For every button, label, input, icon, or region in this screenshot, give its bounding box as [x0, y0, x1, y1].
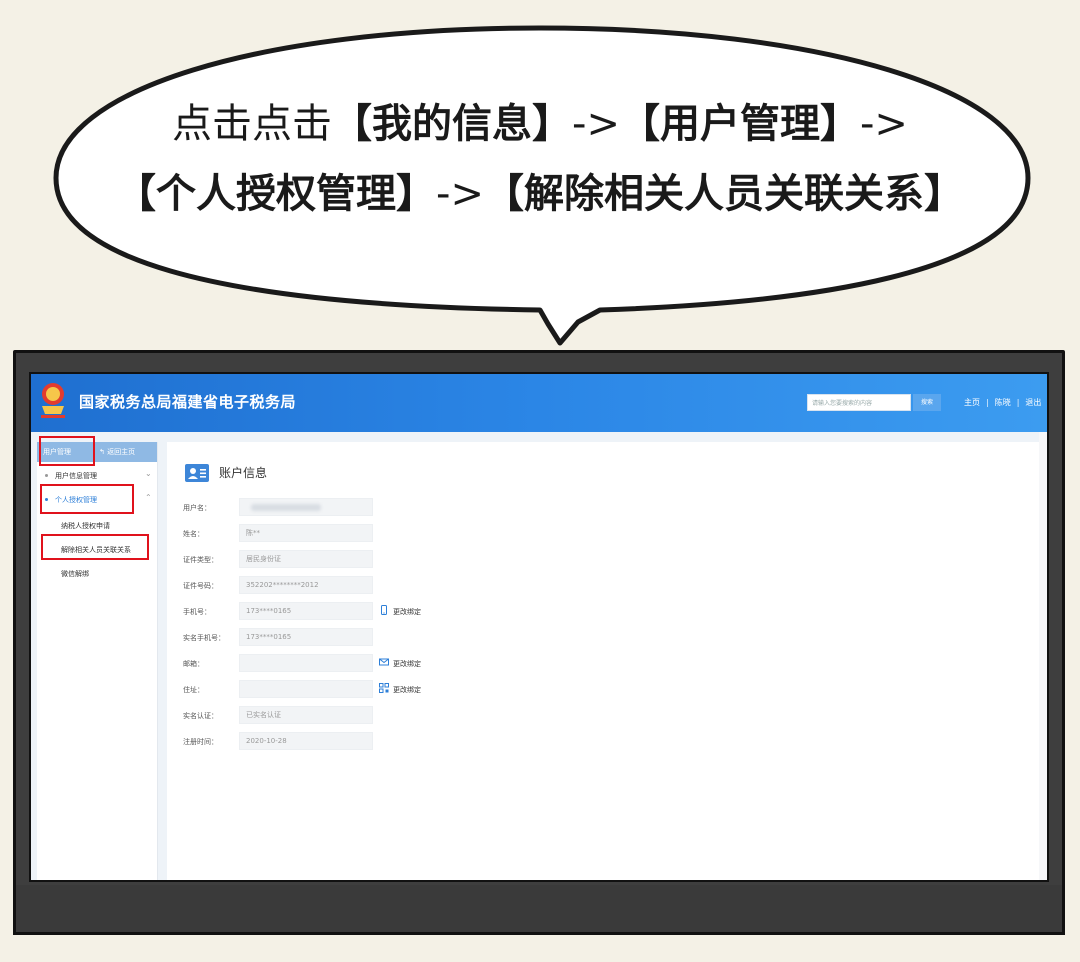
- phone-field[interactable]: 173****0165: [239, 602, 373, 620]
- id-type-field[interactable]: 居民身份证: [239, 550, 373, 568]
- register-time-field[interactable]: 2020-10-28: [239, 732, 373, 750]
- highlight-box-remove-relation: [41, 534, 149, 560]
- logout-link[interactable]: 退出: [1025, 398, 1041, 407]
- change-address-binding-link[interactable]: 更改绑定: [393, 685, 421, 695]
- id-number-field[interactable]: 352202********2012: [239, 576, 373, 594]
- field-row-id-type: 证件类型： 居民身份证: [183, 550, 583, 570]
- tax-emblem-icon: [41, 383, 65, 418]
- field-row-username: 用户名：: [183, 498, 583, 518]
- mail-icon: [379, 658, 389, 666]
- field-row-email: 邮箱： 更改绑定: [183, 654, 583, 674]
- sidebar-item-user-info[interactable]: 用户信息管理 ⌄: [37, 466, 157, 486]
- site-header: 国家税务总局福建省电子税务局 请输入您要搜索的内容 搜索 主页 | 陈晓 | 退出: [31, 374, 1047, 432]
- sidebar-subitem-wechat-unbind[interactable]: 微信解绑: [37, 564, 157, 584]
- home-link[interactable]: 主页: [964, 398, 980, 407]
- monitor-bezel-bottom: [13, 885, 1065, 935]
- highlight-box-personal-auth: [40, 484, 134, 514]
- change-email-binding-link[interactable]: 更改绑定: [393, 659, 421, 669]
- site-title: 国家税务总局福建省电子税务局: [79, 393, 297, 411]
- chevron-up-icon: ⌃: [145, 493, 152, 502]
- highlight-box-user-management: [39, 436, 95, 466]
- mobile-phone-icon: [381, 605, 387, 615]
- search-button[interactable]: 搜索: [913, 394, 941, 411]
- field-row-id-number: 证件号码： 352202********2012: [183, 576, 583, 596]
- top-links: 主页 | 陈晓 | 退出: [964, 398, 1042, 407]
- chevron-down-icon: ⌄: [145, 469, 152, 478]
- blurred-username: [251, 504, 321, 511]
- scrollbar[interactable]: [1039, 432, 1047, 880]
- qr-code-icon: [379, 683, 389, 693]
- field-row-address: 住址： 更改绑定: [183, 680, 583, 700]
- bullet-icon: [45, 474, 48, 477]
- user-link[interactable]: 陈晓: [995, 398, 1011, 407]
- field-row-real-name-auth: 实名认证： 已实名认证: [183, 706, 583, 726]
- account-info-panel: 账户信息 用户名： 姓名： 陈** 证件类型： 居民身份证 证件号码： 3522…: [167, 442, 1045, 880]
- address-field[interactable]: [239, 680, 373, 698]
- field-row-register-time: 注册时间： 2020-10-28: [183, 732, 583, 752]
- real-name-auth-field[interactable]: 已实名认证: [239, 706, 373, 724]
- browser-screen: 国家税务总局福建省电子税务局 请输入您要搜索的内容 搜索 主页 | 陈晓 | 退出 用户…: [29, 372, 1049, 882]
- sidebar: 用户管理 ↰ 返回主页 用户信息管理 ⌄ 个人授权管理 ⌃ 纳税人授权申请 解除…: [37, 436, 158, 880]
- bubble-line-2: 【个人授权管理】->【解除相关人员关联关系】: [116, 171, 964, 217]
- name-field[interactable]: 陈**: [239, 524, 373, 542]
- account-card-icon: [185, 464, 209, 482]
- search-input[interactable]: 请输入您要搜索的内容: [807, 394, 911, 411]
- back-home-link[interactable]: ↰ 返回主页: [99, 447, 135, 457]
- email-field[interactable]: [239, 654, 373, 672]
- sidebar-subitem-taxpayer-auth[interactable]: 纳税人授权申请: [37, 516, 157, 536]
- page-title: 账户信息: [219, 466, 268, 480]
- field-row-name: 姓名： 陈**: [183, 524, 583, 544]
- field-row-phone: 手机号： 173****0165 更改绑定: [183, 602, 583, 622]
- real-phone-field[interactable]: 173****0165: [239, 628, 373, 646]
- bubble-line-1: 点击点击【我的信息】->【用户管理】->: [172, 101, 908, 147]
- field-row-real-phone: 实名手机号： 173****0165: [183, 628, 583, 648]
- change-phone-binding-link[interactable]: 更改绑定: [393, 607, 421, 617]
